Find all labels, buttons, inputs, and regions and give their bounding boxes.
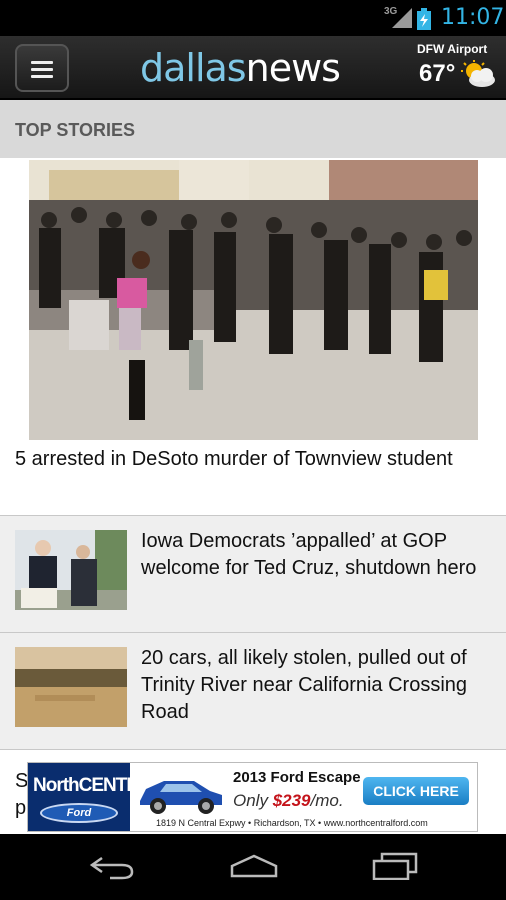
recent-apps-icon[interactable]: [370, 852, 420, 880]
list-item[interactable]: Iowa Democrats ’appalled’ at GOP welcome…: [0, 516, 506, 632]
ford-logo: Ford: [40, 803, 118, 823]
signal-icon: [392, 8, 412, 28]
system-nav-bar: [0, 834, 506, 900]
price-value: $239: [272, 791, 311, 810]
ad-address: 1819 N Central Expwy • Richardson, TX • …: [156, 818, 428, 828]
menu-button[interactable]: [15, 44, 69, 92]
ad-price: Only $239/mo.: [233, 791, 344, 811]
brand-part-1: dallas: [140, 46, 247, 90]
story-list[interactable]: 5 arrested in DeSoto murder of Townview …: [0, 158, 506, 834]
price-prefix: Only: [233, 791, 273, 810]
brand-logo[interactable]: dallasnews: [140, 46, 341, 90]
hero-photo[interactable]: [29, 160, 478, 440]
list-item[interactable]: 20 cars, all likely stolen, pulled out o…: [0, 633, 506, 749]
section-title: TOP STORIES: [15, 120, 136, 140]
weather-temperature[interactable]: 67°: [419, 60, 455, 88]
story-headline[interactable]: 20 cars, all likely stolen, pulled out o…: [141, 645, 501, 726]
click-here-button[interactable]: CLICK HERE: [363, 777, 469, 805]
hero-headline[interactable]: 5 arrested in DeSoto murder of Townview …: [15, 446, 495, 473]
story-thumbnail: [15, 530, 127, 610]
dealer-logo: NorthCENTRAL Ford: [28, 763, 163, 831]
divider: [0, 749, 506, 750]
weather-location[interactable]: DFW Airport: [417, 42, 487, 56]
status-bar: 3G 11:07: [0, 0, 506, 36]
car-image: [140, 781, 222, 814]
home-icon[interactable]: [228, 852, 280, 880]
story-headline[interactable]: Iowa Democrats ’appalled’ at GOP welcome…: [141, 528, 501, 582]
back-icon[interactable]: [88, 852, 136, 880]
ad-model: 2013 Ford Escape: [233, 769, 361, 786]
section-header: TOP STORIES: [0, 100, 506, 158]
story-thumbnail: [15, 647, 127, 727]
brand-part-2: news: [245, 46, 341, 90]
clock: 11:07: [441, 5, 505, 30]
price-suffix: /mo.: [310, 791, 344, 810]
battery-icon: [417, 8, 431, 30]
partly-cloudy-icon: [461, 60, 495, 87]
app-header: dallasnews DFW Airport 67°: [0, 36, 506, 100]
ad-banner[interactable]: NorthCENTRAL Ford 2013 Ford Escape Only …: [27, 762, 478, 832]
